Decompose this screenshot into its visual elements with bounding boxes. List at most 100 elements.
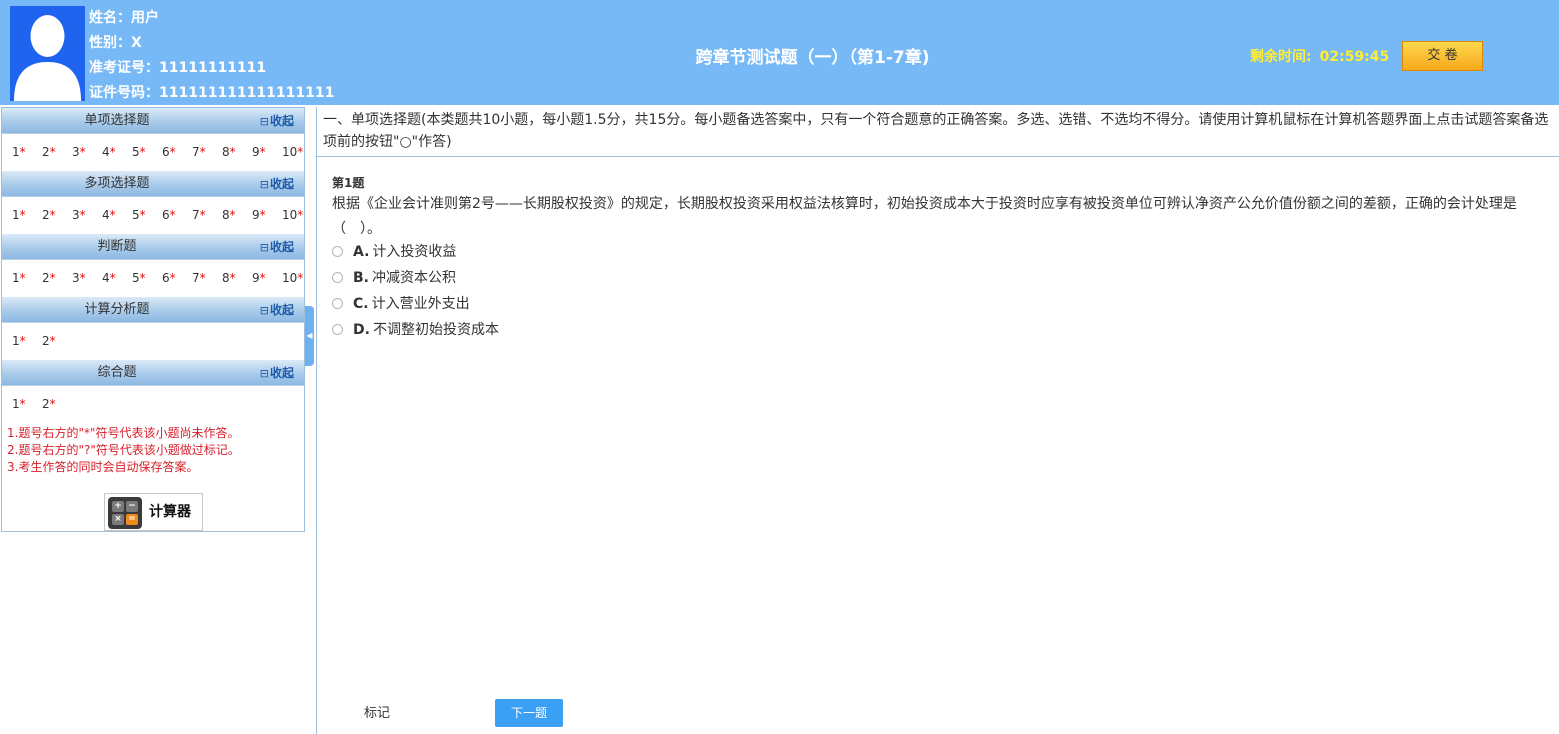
- unanswered-mark: *: [229, 208, 236, 222]
- question-link-number: 5: [132, 145, 140, 159]
- question-link[interactable]: 4*: [102, 134, 132, 171]
- question-link[interactable]: 10*: [282, 134, 312, 171]
- question-links: 1* 2*: [2, 386, 304, 423]
- collapse-label: 收起: [269, 240, 294, 254]
- collapse-button[interactable]: ⊟收起: [260, 171, 294, 198]
- question-link[interactable]: 10*: [282, 197, 312, 234]
- question-link-number: 2: [42, 145, 50, 159]
- unanswered-mark: *: [229, 145, 236, 159]
- radio-button[interactable]: [332, 246, 343, 257]
- section-title: 综合题: [97, 365, 137, 380]
- question-link-number: 7: [192, 145, 200, 159]
- unanswered-mark: *: [229, 271, 236, 285]
- question-link-number: 4: [102, 208, 110, 222]
- question-link-number: 7: [192, 208, 200, 222]
- unanswered-mark: *: [49, 271, 56, 285]
- question-link[interactable]: 2*: [42, 197, 72, 234]
- question-link[interactable]: 7*: [192, 134, 222, 171]
- option-d[interactable]: D. 不调整初始投资成本: [332, 319, 499, 341]
- question-link[interactable]: 4*: [102, 260, 132, 297]
- unanswered-mark: *: [199, 145, 206, 159]
- timer-value: 02:59:45: [1319, 49, 1390, 65]
- collapse-button[interactable]: ⊟收起: [260, 108, 294, 135]
- unanswered-mark: *: [19, 208, 26, 222]
- question-text: 根据《企业会计准则第2号——长期股权投资》的规定，长期股权投资采用权益法核算时，…: [332, 196, 1517, 237]
- question-link[interactable]: 7*: [192, 260, 222, 297]
- option-b[interactable]: B. 冲减资本公积: [332, 267, 456, 289]
- unanswered-mark: *: [297, 271, 304, 285]
- radio-button[interactable]: [332, 324, 343, 335]
- question-link[interactable]: 5*: [132, 197, 162, 234]
- section-header: 判断题 ⊟收起: [2, 234, 304, 260]
- mark-question-button[interactable]: 标记: [364, 702, 390, 721]
- collapse-button[interactable]: ⊟收起: [260, 297, 294, 324]
- question-link-number: 4: [102, 271, 110, 285]
- section-header: 多项选择题 ⊟收起: [2, 171, 304, 197]
- collapse-button[interactable]: ⊟收起: [260, 360, 294, 387]
- question-link[interactable]: 8*: [222, 260, 252, 297]
- question-link[interactable]: 3*: [72, 197, 102, 234]
- unanswered-mark: *: [169, 208, 176, 222]
- next-question-button[interactable]: 下一题: [495, 699, 563, 727]
- option-c[interactable]: C. 计入营业外支出: [332, 293, 470, 315]
- question-link-number: 10: [282, 208, 298, 222]
- question-link-number: 2: [42, 271, 50, 285]
- id-label: 证件号码：: [89, 85, 159, 101]
- question-link[interactable]: 5*: [132, 260, 162, 297]
- sidebar-toggle-handle[interactable]: ◀: [305, 306, 314, 366]
- collapse-icon: ⊟: [259, 241, 269, 254]
- option-letter: D.: [353, 322, 370, 338]
- question-link[interactable]: 10*: [282, 260, 312, 297]
- question-links: 1* 2* 3* 4* 5* 6* 7* 8* 9* 10*: [2, 260, 304, 297]
- unanswered-mark: *: [19, 397, 26, 411]
- calculator-button[interactable]: + − × = 计算器: [104, 493, 203, 531]
- question-link[interactable]: 9*: [252, 197, 282, 234]
- question-link[interactable]: 6*: [162, 197, 192, 234]
- question-link[interactable]: 5*: [132, 134, 162, 171]
- question-link[interactable]: 7*: [192, 197, 222, 234]
- timer: 剩余时间: 02:59:45: [1250, 46, 1389, 66]
- question-link[interactable]: 8*: [222, 197, 252, 234]
- question-link[interactable]: 2*: [42, 386, 72, 423]
- unanswered-mark: *: [19, 145, 26, 159]
- radio-button[interactable]: [332, 298, 343, 309]
- legend-note: 2.题号右方的"?"符号代表该小题做过标记。: [7, 443, 240, 457]
- question-link[interactable]: 1*: [12, 260, 42, 297]
- unanswered-mark: *: [297, 145, 304, 159]
- question-link[interactable]: 1*: [12, 134, 42, 171]
- unanswered-mark: *: [19, 271, 26, 285]
- question-link[interactable]: 2*: [42, 134, 72, 171]
- question-link[interactable]: 8*: [222, 134, 252, 171]
- calc-key: ×: [112, 514, 124, 525]
- collapse-button[interactable]: ⊟收起: [260, 234, 294, 261]
- unanswered-mark: *: [109, 208, 116, 222]
- collapse-icon: ⊟: [259, 178, 269, 191]
- question-link[interactable]: 1*: [12, 386, 42, 423]
- option-text: 计入投资收益: [372, 244, 457, 260]
- question-link[interactable]: 1*: [12, 197, 42, 234]
- question-link-number: 10: [282, 145, 298, 159]
- question-link[interactable]: 9*: [252, 134, 282, 171]
- unanswered-mark: *: [79, 271, 86, 285]
- option-a[interactable]: A. 计入投资收益: [332, 241, 456, 263]
- submit-exam-button[interactable]: 交 卷: [1402, 41, 1483, 71]
- radio-button[interactable]: [332, 272, 343, 283]
- question-link[interactable]: 4*: [102, 197, 132, 234]
- question-link[interactable]: 3*: [72, 260, 102, 297]
- question-link[interactable]: 3*: [72, 134, 102, 171]
- question-link[interactable]: 2*: [42, 323, 72, 360]
- header-bar: 姓名：用户 性别：X 准考证号：11111111111 证件号码：1111111…: [0, 0, 1559, 105]
- panel-divider: [316, 107, 317, 734]
- question-link-number: 3: [72, 271, 80, 285]
- instructions-divider: [316, 156, 1559, 157]
- question-link[interactable]: 9*: [252, 260, 282, 297]
- question-link[interactable]: 6*: [162, 260, 192, 297]
- unanswered-mark: *: [169, 145, 176, 159]
- calc-key: +: [112, 501, 124, 512]
- unanswered-mark: *: [49, 334, 56, 348]
- question-link-number: 2: [42, 334, 50, 348]
- question-link[interactable]: 2*: [42, 260, 72, 297]
- question-link[interactable]: 1*: [12, 323, 42, 360]
- question-link[interactable]: 6*: [162, 134, 192, 171]
- collapse-label: 收起: [269, 366, 294, 380]
